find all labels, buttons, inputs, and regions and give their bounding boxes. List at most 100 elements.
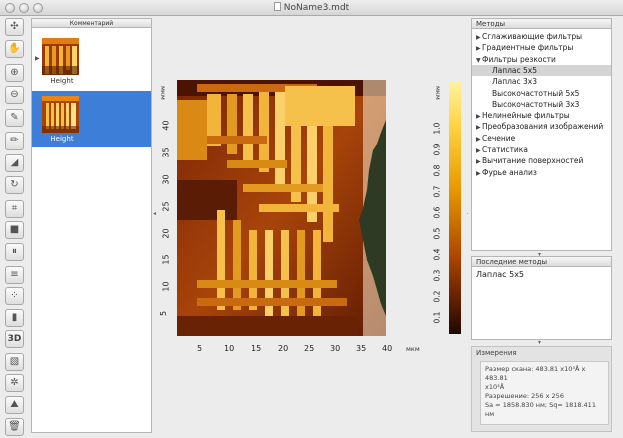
columns-tool-button[interactable]: ⏸ [5, 243, 24, 261]
thumbnail-item[interactable]: ▶ Height [32, 33, 151, 89]
x-tick-label: 25 [304, 344, 315, 353]
measurements-box: Размер скана: 483.81 x10³Å x 483.81 x10³… [480, 361, 609, 425]
method-subitem[interactable]: Лаплас 5x5 [472, 64, 611, 76]
roughness-text: Sa = 1858.830 нм; Sq= 1818.411 нм [485, 401, 596, 418]
x-tick-label: 5 [197, 344, 203, 353]
methods-panel: Методы ▶Сглаживающие фильтры ▶Градиентные… [471, 18, 612, 251]
recent-method-item[interactable]: Лаплас 5x5 [476, 270, 524, 279]
recent-methods-panel: Последние методы Лаплас 5x5 [471, 256, 612, 340]
method-category[interactable]: ▶Статистика [472, 144, 611, 155]
method-label: Фильтры резкости [482, 54, 556, 64]
measurements-header: Измерения [476, 349, 517, 357]
thumbnail-label: Height [50, 135, 74, 143]
method-label: Высокочастотный 3x3 [492, 99, 580, 109]
colorbar-tick-label: 0.7 [432, 185, 442, 198]
x-tick-label: 40 [382, 344, 393, 353]
method-category[interactable]: ▶Вычитание поверхностей [472, 155, 611, 166]
colorbar[interactable] [449, 82, 461, 334]
splitter-handle[interactable]: ◂ [153, 210, 156, 217]
method-label: Вычитание поверхностей [482, 156, 584, 166]
pipette-tool-button[interactable]: ✎ [5, 109, 24, 127]
grid-tool-button[interactable]: ⁘ [5, 287, 24, 305]
x-tick-label: 20 [278, 344, 289, 353]
expand-arrow-icon[interactable]: ▶ [35, 55, 40, 62]
method-label: Сечение [482, 133, 516, 143]
method-subitem[interactable]: Высокочастотный 5x5 [472, 88, 611, 99]
y-tick-label: 20 [161, 228, 171, 239]
move-tool-button[interactable]: ✣ [5, 18, 24, 36]
resolution-text: Разрешение: 256 x 256 [485, 392, 564, 400]
x-tick-label: 10 [224, 344, 235, 353]
hand-tool-button[interactable]: ✋ [5, 40, 24, 58]
colorbar-tick-label: 0.2 [432, 290, 442, 303]
method-category[interactable]: ▶Преобразования изображений [472, 121, 611, 132]
x-tick-label: 35 [356, 344, 367, 353]
y-tick-label: 35 [161, 147, 171, 158]
splitter-handle[interactable]: ▾ [538, 339, 541, 346]
3d-view-tool-button[interactable]: 3D [5, 330, 24, 348]
crop-tool-button[interactable]: ⌗ [5, 200, 24, 218]
pencil-tool-button[interactable]: ✏ [5, 132, 24, 150]
thumbnails-panel: Комментарий ▶ Height Height [31, 18, 152, 433]
measurements-panel: Измерения Размер скана: 483.81 x10³Å x 4… [471, 346, 612, 432]
window-title-wrap: NoName3.mdt [0, 2, 623, 13]
colorbar-tick-label: 0.4 [432, 248, 442, 261]
document-icon [273, 2, 281, 11]
method-category[interactable]: ▶Фурье анализ [472, 167, 611, 178]
colorbar-tick-label: 0.9 [432, 143, 442, 156]
y-tick-label: 30 [161, 174, 171, 185]
image-settings-tool-button[interactable]: ▧ [5, 353, 24, 371]
zoom-out-tool-button[interactable]: ⊖ [5, 86, 24, 104]
method-label: Фурье анализ [482, 167, 537, 177]
method-label: Высокочастотный 5x5 [492, 88, 580, 98]
x-axis-unit: мкм [406, 345, 420, 353]
thumbnail-image [42, 96, 79, 133]
surface-tool-button[interactable]: ⛰ [5, 396, 24, 414]
x-tick-label: 15 [251, 344, 262, 353]
colorbar-tick-label: 0.1 [432, 311, 442, 324]
thumbnail-label: Height [50, 77, 74, 85]
method-label: Нелинейные фильтры [482, 111, 570, 121]
recent-methods-header: Последние методы [472, 257, 611, 267]
y-tick-label: 10 [161, 281, 171, 292]
trash-tool-button[interactable]: 🗑 [5, 418, 24, 436]
title-bar: NoName3.mdt [0, 0, 623, 16]
method-category[interactable]: ▶Градиентные фильтры [472, 42, 611, 53]
method-category[interactable]: ▼Фильтры резкости [472, 54, 611, 65]
palette-tool-button[interactable]: ▮ [5, 309, 24, 327]
scan-image[interactable] [177, 80, 386, 336]
method-label: Градиентные фильтры [482, 43, 574, 53]
thumbnail-image [42, 38, 79, 75]
colorbar-tick-label: 0.3 [432, 269, 442, 282]
settings-tool-button[interactable]: ✲ [5, 374, 24, 392]
y-tick-label: 5 [159, 310, 169, 317]
colorbar-tick-label: 0.8 [432, 164, 442, 177]
method-category[interactable]: ▶Нелинейные фильтры [472, 110, 611, 121]
y-axis-unit: мкм [159, 86, 167, 100]
colorbar-tick-label: 0.6 [432, 206, 442, 219]
method-subitem[interactable]: Высокочастотный 3x3 [472, 99, 611, 110]
colorbar-unit: мкм [434, 86, 442, 100]
method-label: Преобразования изображений [482, 122, 604, 132]
method-category[interactable]: ▶Сглаживающие фильтры [472, 31, 611, 42]
square-tool-button[interactable]: ■ [5, 221, 24, 239]
colorbar-tick-label: 0.5 [432, 227, 442, 240]
method-label: Лаплас 3x3 [492, 77, 538, 87]
ruler-tool-button[interactable]: ◢ [5, 154, 24, 172]
window-title: NoName3.mdt [283, 3, 350, 13]
rows-tool-button[interactable]: ≡ [5, 266, 24, 284]
rotate-tool-button[interactable]: ↻ [5, 176, 24, 194]
y-tick-label: 40 [161, 120, 171, 131]
method-label: Лаплас 5x5 [492, 65, 538, 75]
method-category[interactable]: ▶Сечение [472, 133, 611, 144]
method-subitem[interactable]: Лаплас 3x3 [472, 76, 611, 87]
zoom-in-tool-button[interactable]: ⊕ [5, 64, 24, 82]
method-label: Статистика [482, 145, 528, 154]
thumbnail-item-selected[interactable]: Height [32, 91, 151, 147]
scan-size-text: Размер скана: 483.81 x10³Å x 483.81 [485, 365, 586, 382]
method-label: Сглаживающие фильтры [482, 32, 583, 41]
methods-header: Методы [472, 19, 611, 29]
scan-size-unit: x10³Å [485, 383, 505, 391]
x-tick-label: 30 [330, 344, 341, 353]
colorbar-tick-label: 1.0 [432, 122, 442, 135]
